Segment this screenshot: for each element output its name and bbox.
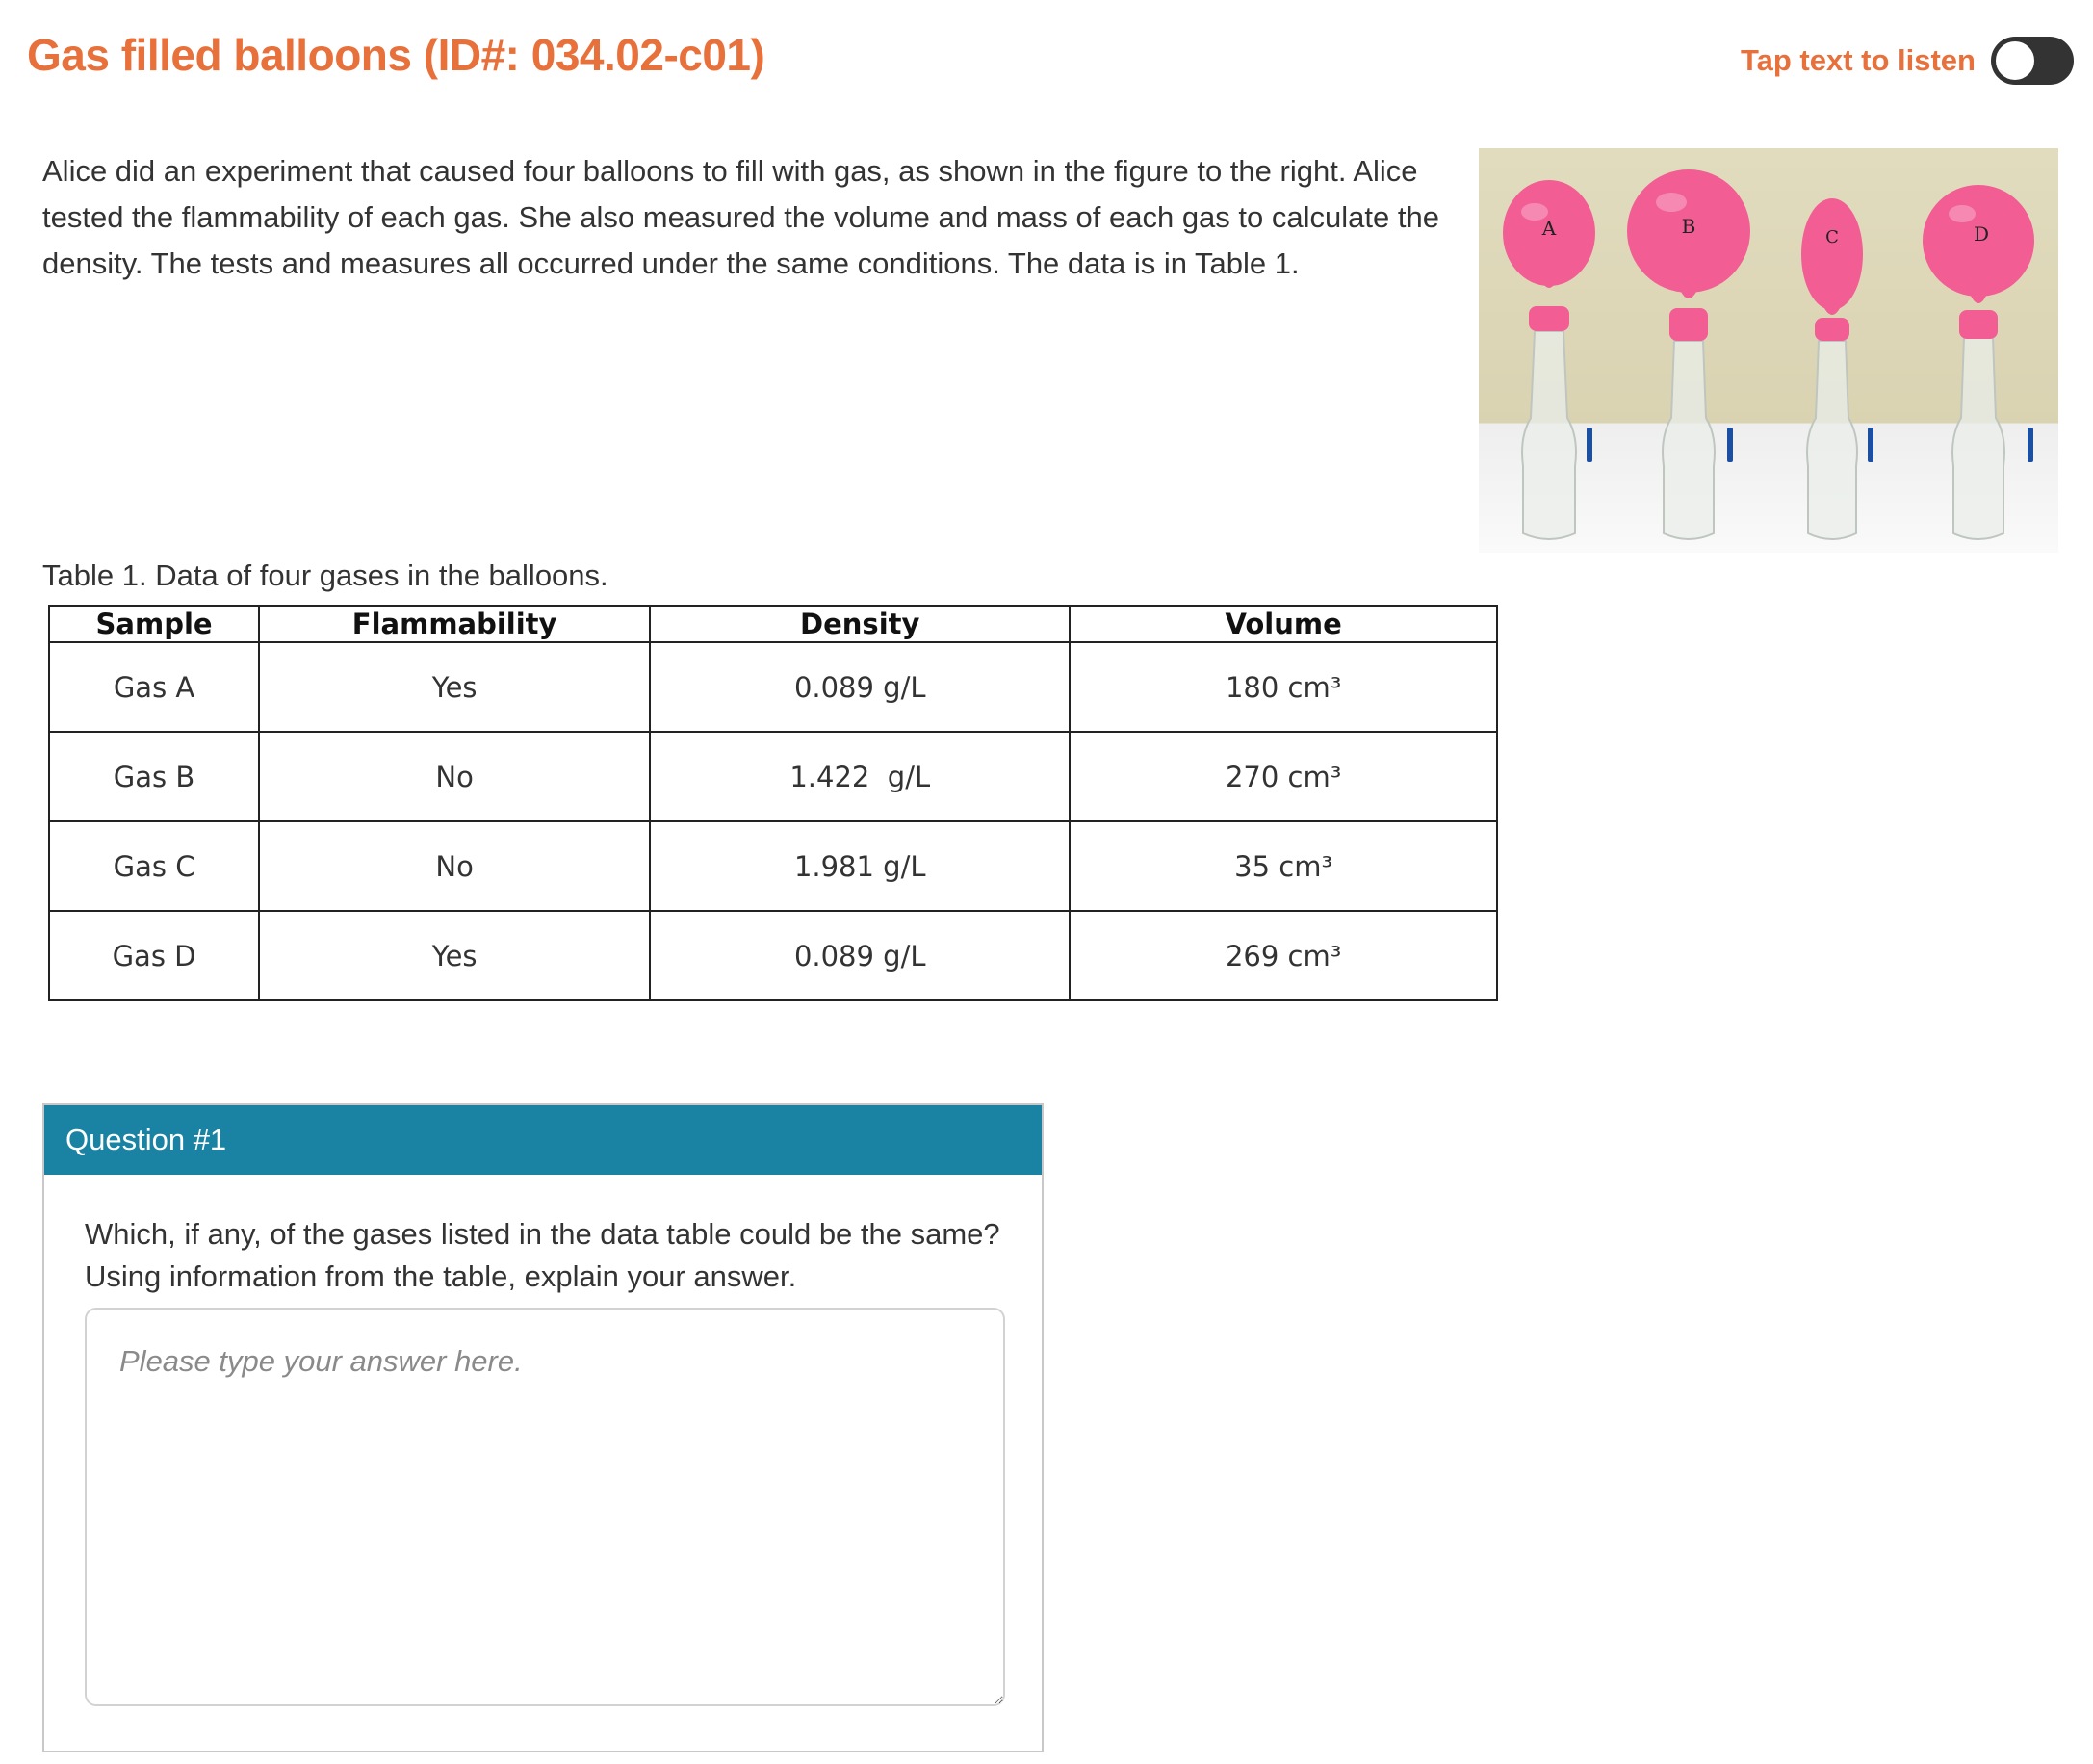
header-volume: Volume — [1069, 605, 1498, 643]
answer-textarea[interactable] — [85, 1308, 1005, 1706]
bottle-c: C — [1801, 198, 1873, 540]
cell-flammability: Yes — [258, 910, 652, 1001]
table-row: Gas A Yes 0.089 g/L 180 cm³ — [47, 641, 1498, 733]
cell-flammability: No — [258, 731, 652, 822]
bottle-b: B — [1627, 169, 1750, 540]
question-text: Which, if any, of the gases listed in th… — [85, 1217, 1000, 1293]
cell-volume: 35 cm³ — [1069, 820, 1498, 912]
page-title: Gas filled balloons (ID#: 034.02-c01) — [27, 30, 765, 80]
header-density: Density — [649, 605, 1072, 643]
listen-label[interactable]: Tap text to listen — [1741, 43, 1976, 78]
balloon-label-b: B — [1682, 215, 1696, 238]
cell-sample: Gas C — [47, 820, 261, 912]
table-row: Gas C No 1.981 g/L 35 cm³ — [47, 820, 1498, 912]
table-row: Gas D Yes 0.089 g/L 269 cm³ — [47, 910, 1498, 1001]
cell-sample: Gas A — [47, 641, 261, 733]
balloons-photo: A B C D — [1479, 148, 2058, 553]
balloon-label-d: D — [1974, 222, 1989, 246]
cell-volume: 180 cm³ — [1069, 641, 1498, 733]
cell-density: 0.089 g/L — [649, 641, 1072, 733]
bottle-d: D — [1923, 185, 2034, 540]
table-caption: Table 1. Data of four gases in the ballo… — [42, 558, 608, 592]
cell-volume: 269 cm³ — [1069, 910, 1498, 1001]
cell-flammability: Yes — [258, 641, 652, 733]
question-header: Question #1 — [44, 1105, 1042, 1175]
cell-sample: Gas D — [47, 910, 261, 1001]
cell-flammability: No — [258, 820, 652, 912]
balloon-label-a: A — [1541, 217, 1557, 240]
cell-density: 1.981 g/L — [649, 820, 1072, 912]
table-row: Gas B No 1.422 g/L 270 cm³ — [47, 731, 1498, 822]
cell-density: 1.422 g/L — [649, 731, 1072, 822]
question-card: Question #1 Which, if any, of the gases … — [42, 1103, 1044, 1752]
header-sample: Sample — [47, 605, 261, 643]
header-flammability: Flammability — [258, 605, 652, 643]
balloon-label-c: C — [1825, 227, 1839, 247]
cell-density: 0.089 g/L — [649, 910, 1072, 1001]
table-header-row: Sample Flammability Density Volume — [47, 605, 1498, 643]
toggle-knob — [1994, 39, 2036, 82]
cell-sample: Gas B — [47, 731, 261, 822]
listen-control: Tap text to listen — [1741, 37, 2074, 85]
cell-volume: 270 cm³ — [1069, 731, 1498, 822]
data-table: Sample Flammability Density Volume Gas A… — [47, 605, 1498, 1001]
balloons-illustration: A B C D — [1503, 169, 2034, 540]
listen-toggle[interactable] — [1991, 37, 2074, 85]
bottle-a: A — [1503, 180, 1595, 540]
intro-paragraph: Alice did an experiment that caused four… — [42, 154, 1439, 280]
